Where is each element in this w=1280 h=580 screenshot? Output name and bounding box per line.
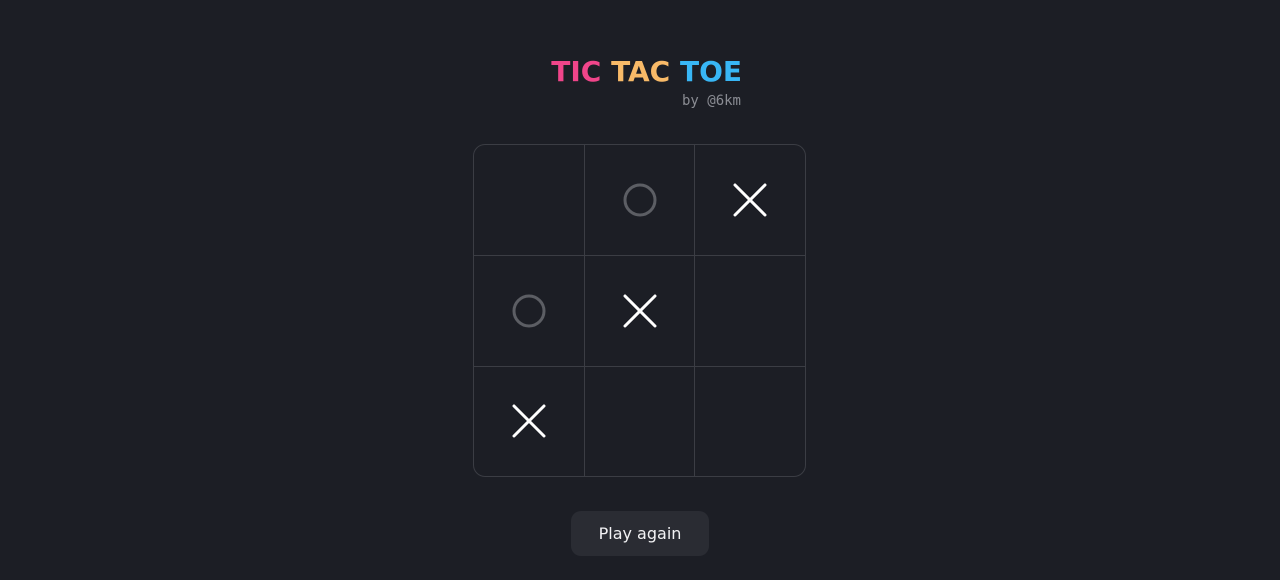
title-word-tac: TAC <box>611 55 671 88</box>
tic-tac-toe-app: TIC TAC TOE by @6km Play again <box>0 0 1280 580</box>
grid-line-vertical-1 <box>584 145 585 476</box>
game-board <box>473 144 806 477</box>
title-word-toe: TOE <box>679 55 742 88</box>
board-cell-6[interactable] <box>695 256 805 366</box>
grid-line-vertical-2 <box>694 145 695 476</box>
board-cell-9[interactable] <box>695 366 805 476</box>
title-word-tic: TIC <box>551 55 602 88</box>
game-title: TIC TAC TOE <box>540 56 742 88</box>
board-cell-1[interactable] <box>474 145 584 255</box>
board-cell-4[interactable] <box>474 256 584 366</box>
grid-line-horizontal-1 <box>474 255 805 256</box>
board-cell-5[interactable] <box>585 256 695 366</box>
board-cell-2[interactable] <box>585 145 695 255</box>
play-again-button[interactable]: Play again <box>571 511 709 556</box>
grid-line-horizontal-2 <box>474 366 805 367</box>
board-cell-7[interactable] <box>474 366 584 476</box>
author-byline: by @6km <box>681 93 741 109</box>
board-cell-8[interactable] <box>585 366 695 476</box>
board-cell-3[interactable] <box>695 145 805 255</box>
